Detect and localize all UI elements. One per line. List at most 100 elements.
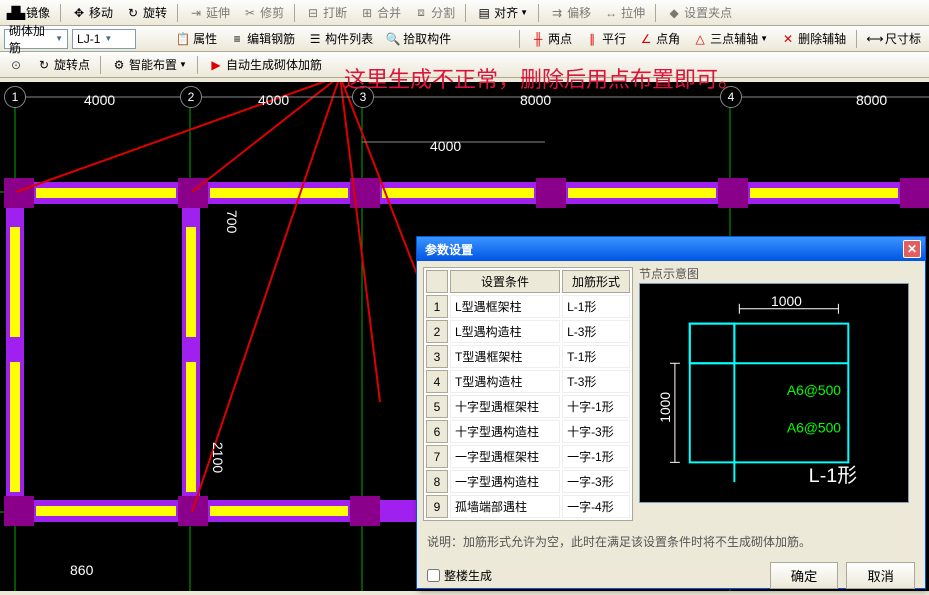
move-button[interactable]: ✥移动 xyxy=(67,2,117,23)
twopoint-icon: ╫ xyxy=(530,31,546,47)
mirror-icon: ▟▙ xyxy=(8,5,24,21)
properties-button[interactable]: 📋属性 xyxy=(171,28,221,49)
component-name-dropdown[interactable]: LJ-1▼ xyxy=(72,29,136,49)
row-index: 1 xyxy=(426,295,448,318)
parallel-icon: ∥ xyxy=(584,31,600,47)
table-row[interactable]: 2 L型遇构造柱 L-3形 xyxy=(426,320,630,343)
rebar-icon: ≡ xyxy=(229,31,245,47)
chevron-down-icon: ▼ xyxy=(55,34,63,43)
twopoint-button[interactable]: ╫两点 xyxy=(526,28,576,49)
cell-condition[interactable]: 十字型遇构造柱 xyxy=(450,420,560,443)
cell-form[interactable]: T-1形 xyxy=(562,345,630,368)
trim-icon: ✂ xyxy=(242,5,258,21)
preview-rebar1: A6@500 xyxy=(787,382,841,398)
dimension-icon: ⟷ xyxy=(867,31,883,47)
smart-icon: ⚙ xyxy=(111,57,127,73)
preview-dim-v: 1000 xyxy=(657,392,673,423)
table-row[interactable]: 6 十字型遇构造柱 十字-3形 xyxy=(426,420,630,443)
extend-button[interactable]: ⇥延伸 xyxy=(184,2,234,23)
row-index: 9 xyxy=(426,495,448,518)
table-row[interactable]: 4 T型遇构造柱 T-3形 xyxy=(426,370,630,393)
table-row[interactable]: 3 T型遇框架柱 T-1形 xyxy=(426,345,630,368)
table-row[interactable]: 8 一字型遇构造柱 一字-3形 xyxy=(426,470,630,493)
dim-700: 700 xyxy=(224,210,240,233)
toolbar-edit: ▟▙镜像 ✥移动 ↻旋转 ⇥延伸 ✂修剪 ⊟打断 ⊞合并 ⧈分割 ▤对齐▼ ⇉偏… xyxy=(0,0,929,26)
cell-condition[interactable]: T型遇框架柱 xyxy=(450,345,560,368)
cell-condition[interactable]: L型遇框架柱 xyxy=(450,295,560,318)
mirror-button[interactable]: ▟▙镜像 xyxy=(4,2,54,23)
row-index: 4 xyxy=(426,370,448,393)
dialog-note: 说明：加筋形式允许为空，此时在满足该设置条件时将不生成砌体加筋。 xyxy=(417,527,925,556)
dim-4000b: 4000 xyxy=(258,92,289,108)
dim-4000a: 4000 xyxy=(84,92,115,108)
cell-form[interactable]: 十字-3形 xyxy=(562,420,630,443)
auto-generate-button[interactable]: ▶自动生成砌体加筋 xyxy=(204,54,326,75)
dialog-titlebar[interactable]: 参数设置 ✕ xyxy=(417,237,925,261)
cell-condition[interactable]: L型遇构造柱 xyxy=(450,320,560,343)
cell-form[interactable]: 一字-1形 xyxy=(562,445,630,468)
delete-icon: ✕ xyxy=(780,31,796,47)
split-icon: ⧈ xyxy=(413,5,429,21)
cell-condition[interactable]: T型遇构造柱 xyxy=(450,370,560,393)
component-type-dropdown[interactable]: 砌体加筋▼ xyxy=(4,29,68,49)
rotate-button[interactable]: ↻旋转 xyxy=(121,2,171,23)
dim-8000b: 8000 xyxy=(856,92,887,108)
setclip-button[interactable]: ◆设置夹点 xyxy=(662,2,736,23)
stretch-button[interactable]: ↔拉伸 xyxy=(599,2,649,23)
row-index: 7 xyxy=(426,445,448,468)
cell-condition[interactable]: 一字型遇构造柱 xyxy=(450,470,560,493)
cell-form[interactable]: L-3形 xyxy=(562,320,630,343)
cancel-button[interactable]: 取消 xyxy=(846,562,915,589)
trim-button[interactable]: ✂修剪 xyxy=(238,2,288,23)
origin-icon: ⊙ xyxy=(8,57,24,73)
component-list-button[interactable]: ☰构件列表 xyxy=(303,28,377,49)
cell-form[interactable]: L-1形 xyxy=(562,295,630,318)
dim-2100: 2100 xyxy=(210,442,226,473)
row-index: 2 xyxy=(426,320,448,343)
table-row[interactable]: 9 孤墙端部遇柱 一字-4形 xyxy=(426,495,630,518)
wholefloor-checkbox[interactable]: 整楼生成 xyxy=(427,567,492,584)
row-index: 6 xyxy=(426,420,448,443)
dimension-button[interactable]: ⟷尺寸标 xyxy=(863,28,925,49)
dim-860: 860 xyxy=(70,562,93,578)
break-button[interactable]: ⊟打断 xyxy=(301,2,351,23)
threepoint-button[interactable]: △三点辅轴▼ xyxy=(688,28,772,49)
toolbar-component: 砌体加筋▼ LJ-1▼ 📋属性 ≡编辑钢筋 ☰构件列表 🔍拾取构件 ╫两点 ∥平… xyxy=(0,26,929,52)
close-button[interactable]: ✕ xyxy=(903,240,921,258)
edit-rebar-button[interactable]: ≡编辑钢筋 xyxy=(225,28,299,49)
parameter-dialog: 参数设置 ✕ 设置条件 加筋形式 1 L型遇框架柱 L-1形2 L型遇构造柱 L… xyxy=(416,236,926,589)
table-row[interactable]: 5 十字型遇框架柱 十字-1形 xyxy=(426,395,630,418)
cell-condition[interactable]: 孤墙端部遇柱 xyxy=(450,495,560,518)
list-icon: ☰ xyxy=(307,31,323,47)
split-button[interactable]: ⧈分割 xyxy=(409,2,459,23)
corner-button[interactable]: ∠点角 xyxy=(634,28,684,49)
parallel-button[interactable]: ∥平行 xyxy=(580,28,630,49)
wholefloor-input[interactable] xyxy=(427,569,440,582)
origin-button[interactable]: ⊙ xyxy=(4,55,28,75)
rotate-point-button[interactable]: ↻旋转点 xyxy=(32,54,94,75)
preview-dim-h: 1000 xyxy=(771,293,802,309)
cell-form[interactable]: T-3形 xyxy=(562,370,630,393)
condition-table[interactable]: 设置条件 加筋形式 1 L型遇框架柱 L-1形2 L型遇构造柱 L-3形3 T型… xyxy=(423,267,633,521)
cell-form[interactable]: 一字-4形 xyxy=(562,495,630,518)
table-row[interactable]: 1 L型遇框架柱 L-1形 xyxy=(426,295,630,318)
node-preview: 1000 1000 A6@500 A6@500 L-1形 xyxy=(639,283,909,503)
offset-button[interactable]: ⇉偏移 xyxy=(545,2,595,23)
auto-icon: ▶ xyxy=(208,57,224,73)
merge-button[interactable]: ⊞合并 xyxy=(355,2,405,23)
cell-form[interactable]: 一字-3形 xyxy=(562,470,630,493)
axis-marker-2: 2 xyxy=(180,86,202,108)
align-button[interactable]: ▤对齐▼ xyxy=(472,2,532,23)
cell-condition[interactable]: 一字型遇框架柱 xyxy=(450,445,560,468)
pick-component-button[interactable]: 🔍拾取构件 xyxy=(381,28,455,49)
cell-form[interactable]: 十字-1形 xyxy=(562,395,630,418)
smart-place-button[interactable]: ⚙智能布置▼ xyxy=(107,54,191,75)
delete-aux-button[interactable]: ✕删除辅轴 xyxy=(776,28,850,49)
ok-button[interactable]: 确定 xyxy=(770,562,839,589)
threepoint-icon: △ xyxy=(692,31,708,47)
dim-4000c: 4000 xyxy=(430,138,461,154)
cell-condition[interactable]: 十字型遇框架柱 xyxy=(450,395,560,418)
col-form[interactable]: 加筋形式 xyxy=(562,270,630,293)
col-condition[interactable]: 设置条件 xyxy=(450,270,560,293)
table-row[interactable]: 7 一字型遇框架柱 一字-1形 xyxy=(426,445,630,468)
